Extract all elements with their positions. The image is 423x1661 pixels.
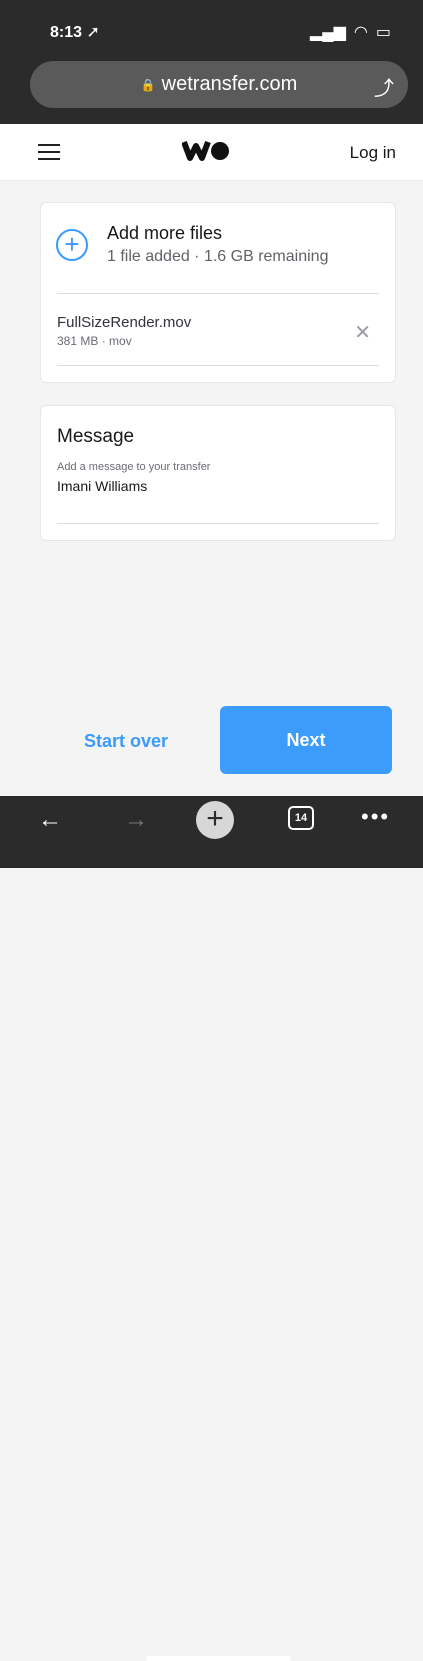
back-icon[interactable]: ← bbox=[38, 806, 62, 834]
add-files-icon[interactable]: + bbox=[56, 229, 88, 261]
wetransfer-logo[interactable] bbox=[181, 138, 232, 167]
files-summary: 1 file added · 1.6 GB remaining bbox=[107, 248, 329, 265]
message-title: Message bbox=[57, 426, 135, 447]
message-field-label: Add a message to your transfer bbox=[57, 461, 211, 473]
lock-icon: 🔒 bbox=[140, 77, 156, 92]
divider bbox=[57, 293, 379, 294]
home-indicator bbox=[146, 1656, 291, 1661]
wifi-icon: ◠ bbox=[353, 24, 368, 41]
browser-address-bar: 🔒 wetransfer.com ⤴ bbox=[0, 58, 423, 124]
status-bar: 8:13 ➚ ▂▄▆ ◠ ▭ bbox=[0, 0, 423, 58]
url-text: wetransfer.com bbox=[161, 73, 298, 95]
divider bbox=[57, 523, 379, 524]
browser-toolbar: ← → + 14 ••• bbox=[0, 796, 423, 1661]
url-field[interactable]: 🔒 wetransfer.com ⤴ bbox=[30, 61, 408, 108]
new-tab-icon[interactable]: + bbox=[196, 801, 234, 839]
forward-icon[interactable]: → bbox=[124, 806, 148, 834]
status-time: 8:13 ➚ bbox=[50, 24, 100, 41]
files-card: + Add more files 1 file added · 1.6 GB r… bbox=[40, 202, 396, 383]
site-header: Log in bbox=[0, 124, 423, 181]
message-field[interactable]: Imani Williams bbox=[57, 478, 147, 494]
transfer-actions: Start over Next bbox=[0, 706, 423, 774]
file-name: FullSizeRender.mov bbox=[57, 314, 192, 331]
file-meta: 381 MB · mov bbox=[57, 334, 132, 348]
tabs-count-icon[interactable]: 14 bbox=[288, 806, 314, 830]
login-link[interactable]: Log in bbox=[350, 143, 396, 163]
next-button[interactable]: Next bbox=[220, 706, 392, 774]
message-card: Message Add a message to your transfer I… bbox=[40, 405, 396, 541]
location-arrow-icon: ➚ bbox=[86, 24, 100, 41]
more-icon[interactable]: ••• bbox=[361, 804, 390, 830]
signal-icon: ▂▄▆ bbox=[309, 24, 346, 41]
add-files-title[interactable]: Add more files bbox=[107, 223, 222, 244]
battery-icon: ▭ bbox=[375, 24, 391, 41]
status-indicators: ▂▄▆ ◠ ▭ bbox=[310, 22, 391, 42]
remove-file-icon[interactable]: ✕ bbox=[354, 320, 371, 345]
menu-icon[interactable] bbox=[38, 144, 60, 160]
divider bbox=[57, 365, 379, 366]
start-over-button[interactable]: Start over bbox=[84, 731, 168, 752]
share-icon[interactable]: ⤴ bbox=[374, 72, 394, 101]
